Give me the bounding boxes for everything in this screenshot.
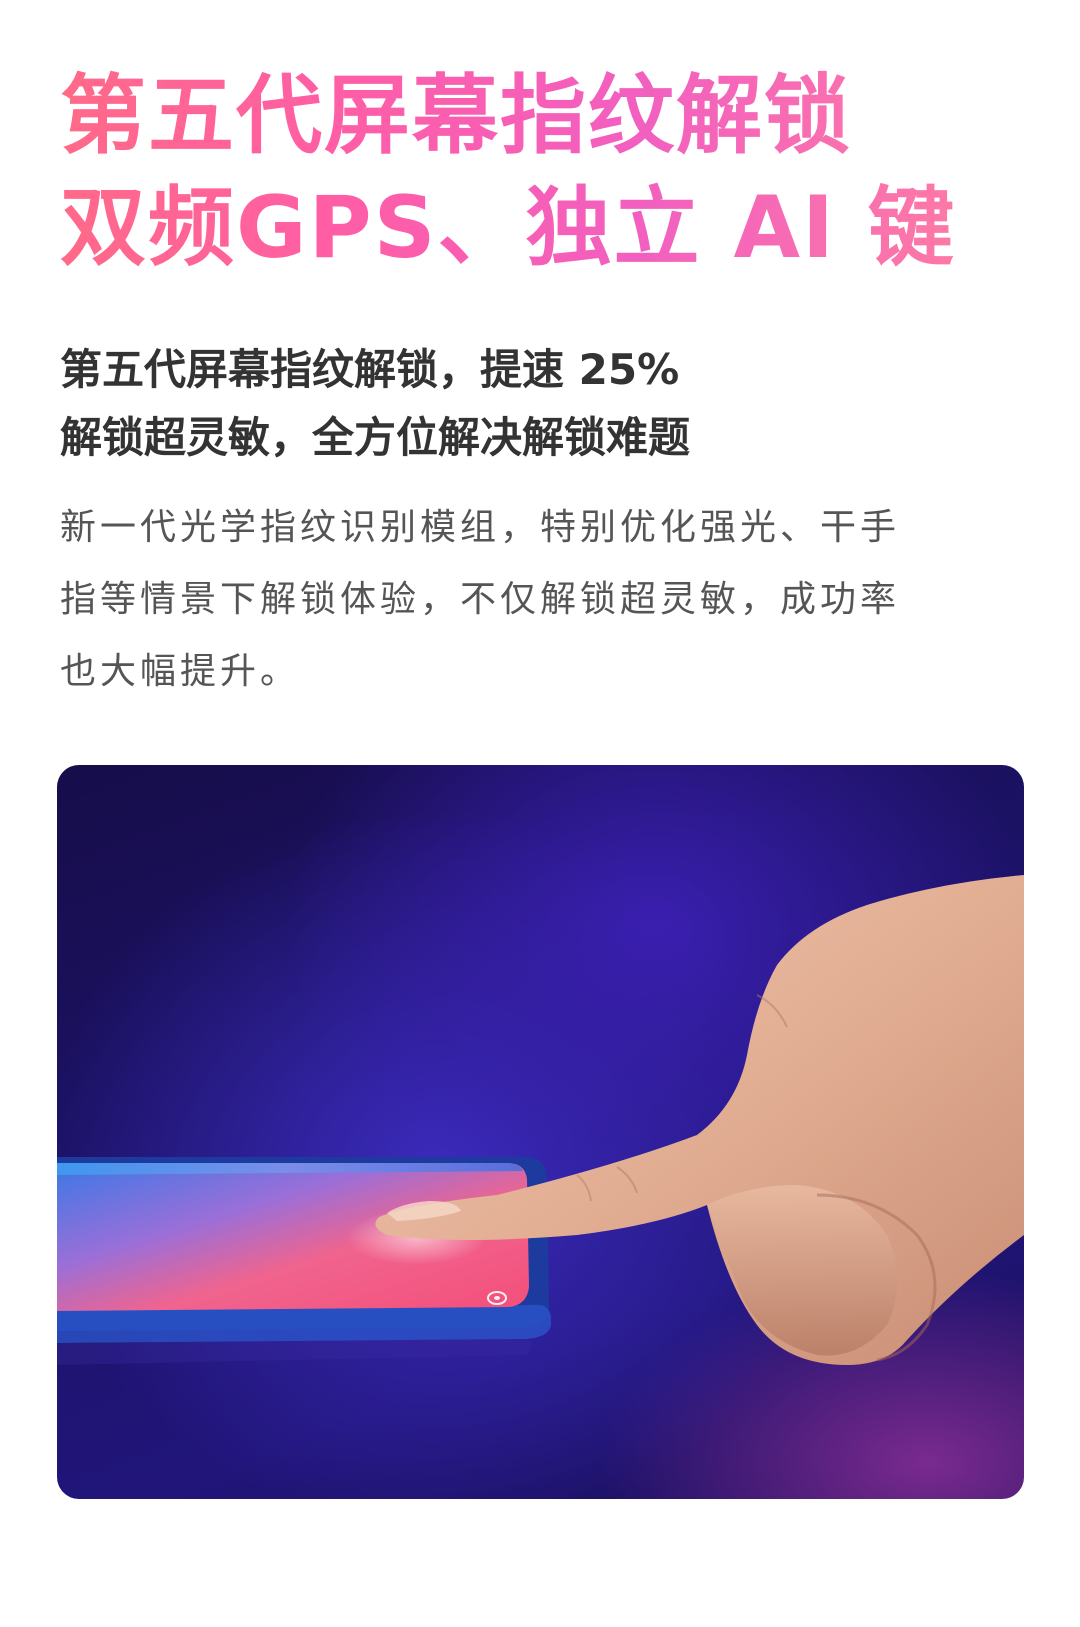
feature-description: 新一代光学指纹识别模组，特别优化强光、干手 指等情景下解锁体验，不仅解锁超灵敏，… [60,492,1020,708]
hero-title-line-2: 双频GPS、独立 AI 键 [60,172,1020,284]
subheading-line-1: 第五代屏幕指纹解锁，提速 25% [60,345,680,394]
description-line-1: 新一代光学指纹识别模组，特别优化强光、干手 [60,507,901,548]
fingerprint-unlock-photo [57,765,1024,1499]
hero-title-line-1: 第五代屏幕指纹解锁 [60,60,1020,172]
finger-on-phone-illustration [57,875,1024,1365]
description-line-2: 指等情景下解锁体验，不仅解锁超灵敏，成功率 [60,579,901,620]
description-line-3: 也大幅提升。 [60,651,301,692]
subheading-line-2: 解锁超灵敏，全方位解决解锁难题 [60,413,691,462]
feature-subheading: 第五代屏幕指纹解锁，提速 25% 解锁超灵敏，全方位解决解锁难题 [60,336,1020,472]
hero-title: 第五代屏幕指纹解锁 双频GPS、独立 AI 键 [60,60,1020,284]
